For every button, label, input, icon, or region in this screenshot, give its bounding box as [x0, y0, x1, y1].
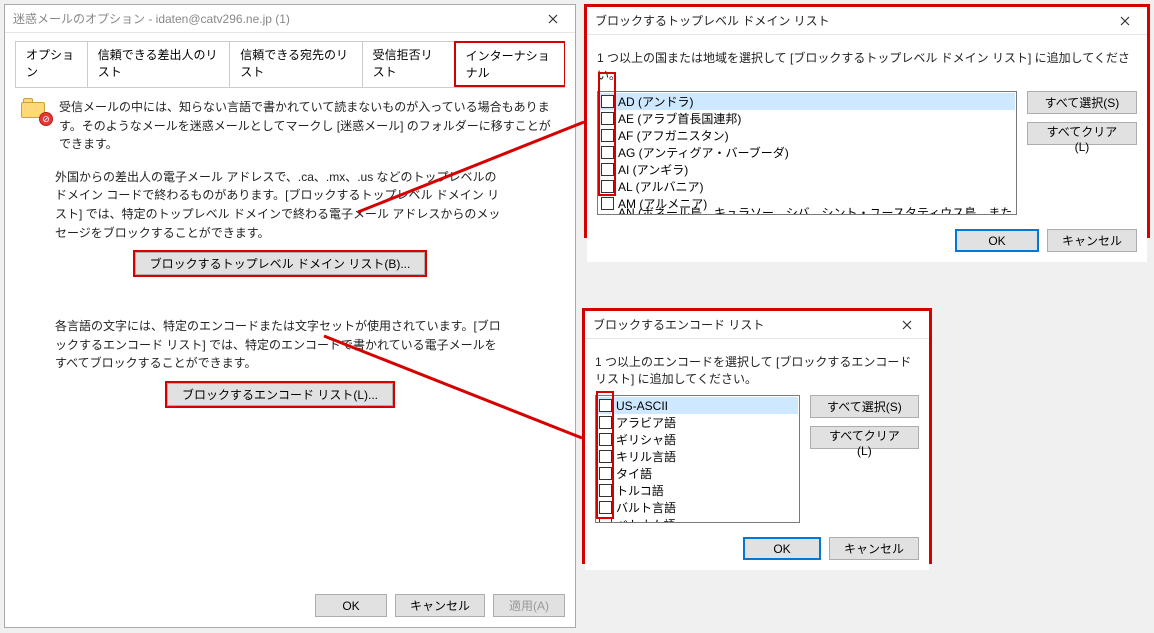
dialog-title: ブロックするエンコード リスト	[593, 316, 885, 333]
list-item-label: AF (アフガニスタン)	[618, 127, 729, 144]
checkbox[interactable]	[599, 484, 612, 497]
list-item-label: US-ASCII	[616, 399, 668, 413]
blocked-encoding-dialog: ブロックするエンコード リスト 1 つ以上のエンコードを選択して [ブロックする…	[582, 308, 932, 564]
list-item[interactable]: AN (ボネール島、キュラソー、シバ、シント・ユースタティウス島、またはシント・…	[599, 212, 1015, 215]
tab-bar: オプション 信頼できる差出人のリスト 信頼できる宛先のリスト 受信拒否リスト イ…	[15, 41, 565, 88]
close-icon	[548, 14, 558, 24]
junk-folder-icon: ⊘	[21, 100, 49, 122]
checkbox[interactable]	[599, 416, 612, 429]
list-item-label: AI (アンギラ)	[618, 161, 688, 178]
list-item[interactable]: キリル言語	[597, 448, 798, 465]
list-item[interactable]: ベトナム語	[597, 516, 798, 523]
titlebar: 迷惑メールのオプション - idaten@catv296.ne.jp (1)	[5, 5, 575, 33]
list-item-label: AN (ボネール島、キュラソー、シバ、シント・ユースタティウス島、またはシント・…	[618, 204, 1013, 216]
checkbox[interactable]	[601, 112, 614, 125]
highlight-international-tab: インターナショナル	[454, 41, 565, 87]
blocked-tld-list-button[interactable]: ブロックするトップレベル ドメイン リスト(B)...	[135, 252, 426, 275]
select-all-button[interactable]: すべて選択(S)	[1027, 91, 1137, 114]
list-item-label: トルコ語	[616, 482, 664, 499]
junk-mail-options-dialog: 迷惑メールのオプション - idaten@catv296.ne.jp (1) オ…	[4, 4, 576, 628]
checkbox[interactable]	[601, 163, 614, 176]
tld-listbox[interactable]: AD (アンドラ) AE (アラブ首長国連邦) AF (アフガニスタン) AG …	[597, 91, 1017, 215]
list-item[interactable]: タイ語	[597, 465, 798, 482]
dialog-title: 迷惑メールのオプション - idaten@catv296.ne.jp (1)	[13, 10, 531, 27]
tab-safe-recipients[interactable]: 信頼できる宛先のリスト	[229, 41, 362, 87]
checkbox[interactable]	[601, 129, 614, 142]
checkbox[interactable]	[601, 95, 614, 108]
encoding-description: 各言語の文字には、特定のエンコードまたは文字セットが使用されています。[ブロック…	[55, 317, 505, 373]
list-item-label: キリル言語	[616, 448, 676, 465]
list-item-label: ギリシャ語	[616, 431, 676, 448]
clear-all-button[interactable]: すべてクリア(L)	[1027, 122, 1137, 145]
close-button[interactable]	[1103, 7, 1147, 35]
close-icon	[902, 320, 912, 330]
checkbox[interactable]	[601, 180, 614, 193]
select-all-button[interactable]: すべて選択(S)	[810, 395, 919, 418]
apply-button[interactable]: 適用(A)	[493, 594, 565, 617]
blocked-encoding-list-button[interactable]: ブロックするエンコード リスト(L)...	[167, 383, 393, 406]
highlight-tld-button: ブロックするトップレベル ドメイン リスト(B)...	[133, 250, 428, 277]
list-item-label: AL (アルバニア)	[618, 178, 703, 195]
list-item[interactable]: ギリシャ語	[597, 431, 798, 448]
titlebar: ブロックするトップレベル ドメイン リスト	[587, 7, 1147, 35]
list-item-label: アラビア語	[616, 414, 676, 431]
list-item[interactable]: AD (アンドラ)	[599, 93, 1015, 110]
list-item-label: バルト言語	[616, 499, 676, 516]
list-item[interactable]: バルト言語	[597, 499, 798, 516]
cancel-button[interactable]: キャンセル	[829, 537, 919, 560]
list-item-label: ベトナム語	[616, 516, 676, 523]
close-icon	[1120, 16, 1130, 26]
cancel-button[interactable]: キャンセル	[1047, 229, 1137, 252]
tab-blocked-senders[interactable]: 受信拒否リスト	[362, 41, 455, 87]
list-item[interactable]: AE (アラブ首長国連邦)	[599, 110, 1015, 127]
clear-all-button[interactable]: すべてクリア(L)	[810, 426, 919, 449]
checkbox[interactable]	[601, 197, 614, 210]
close-button[interactable]	[531, 5, 575, 33]
titlebar: ブロックするエンコード リスト	[585, 311, 929, 339]
blocked-tld-dialog: ブロックするトップレベル ドメイン リスト 1 つ以上の国または地域を選択して …	[584, 4, 1150, 238]
dialog-footer: OK キャンセル 適用(A)	[315, 594, 565, 617]
checkbox[interactable]	[599, 433, 612, 446]
checkbox[interactable]	[599, 501, 612, 514]
list-item[interactable]: US-ASCII	[597, 397, 798, 414]
tab-international[interactable]: インターナショナル	[456, 43, 564, 85]
list-item[interactable]: AG (アンティグア・バーブーダ)	[599, 144, 1015, 161]
list-item-label: AD (アンドラ)	[618, 93, 694, 110]
ok-button[interactable]: OK	[743, 537, 821, 560]
tab-safe-senders[interactable]: 信頼できる差出人のリスト	[87, 41, 231, 87]
checkbox[interactable]	[601, 146, 614, 159]
ok-button[interactable]: OK	[955, 229, 1039, 252]
tab-options[interactable]: オプション	[15, 41, 88, 87]
checkbox[interactable]	[599, 467, 612, 480]
ok-button[interactable]: OK	[315, 594, 387, 617]
list-item-label: AE (アラブ首長国連邦)	[618, 110, 741, 127]
checkbox[interactable]	[599, 450, 612, 463]
instruction-text: 1 つ以上の国または地域を選択して [ブロックするトップレベル ドメイン リスト…	[597, 49, 1137, 83]
checkbox[interactable]	[599, 399, 612, 412]
cancel-button[interactable]: キャンセル	[395, 594, 485, 617]
list-item-label: AG (アンティグア・バーブーダ)	[618, 144, 789, 161]
close-button[interactable]	[885, 311, 929, 339]
list-item[interactable]: AF (アフガニスタン)	[599, 127, 1015, 144]
highlight-encoding-button: ブロックするエンコード リスト(L)...	[165, 381, 395, 408]
list-item-label: タイ語	[616, 465, 652, 482]
list-item[interactable]: アラビア語	[597, 414, 798, 431]
checkbox[interactable]	[601, 214, 614, 215]
checkbox[interactable]	[599, 518, 612, 523]
list-item[interactable]: AL (アルバニア)	[599, 178, 1015, 195]
encoding-listbox[interactable]: US-ASCII アラビア語 ギリシャ語 キリル言語 タイ語 トルコ語 バルト言…	[595, 395, 800, 523]
tld-description: 外国からの差出人の電子メール アドレスで、.ca、.mx、.us などのトップレ…	[55, 168, 505, 242]
instruction-text: 1 つ以上のエンコードを選択して [ブロックするエンコード リスト] に追加して…	[595, 353, 919, 387]
list-item[interactable]: AI (アンギラ)	[599, 161, 1015, 178]
dialog-title: ブロックするトップレベル ドメイン リスト	[595, 12, 1103, 29]
list-item[interactable]: トルコ語	[597, 482, 798, 499]
intro-text: 受信メールの中には、知らない言語で書かれていて読まないものが入っている場合もあり…	[59, 98, 559, 154]
